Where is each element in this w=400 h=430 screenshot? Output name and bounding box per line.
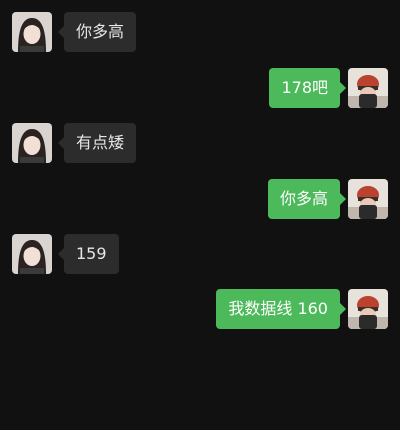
contact-avatar[interactable] (12, 234, 52, 274)
message-row-outgoing: 你多高 (0, 179, 400, 219)
self-avatar-image (348, 179, 388, 219)
contact-avatar-image (12, 12, 52, 52)
message-row-outgoing: 我数据线 160 (0, 289, 400, 329)
message-bubble-outgoing[interactable]: 你多高 (267, 179, 347, 219)
contact-avatar[interactable] (12, 12, 52, 52)
contact-avatar-image (12, 123, 52, 163)
message-bubble-outgoing[interactable]: 178吧 (269, 68, 346, 108)
message-row-outgoing: 178吧 (0, 68, 400, 108)
self-avatar[interactable] (348, 179, 388, 219)
contact-avatar-image (12, 234, 52, 274)
chat-message-list: 你多高 178吧 有点矮 你多高 159 我数据线 160 (0, 0, 400, 430)
message-bubble-incoming[interactable]: 有点矮 (57, 123, 137, 163)
self-avatar[interactable] (348, 68, 388, 108)
message-bubble-incoming[interactable]: 你多高 (57, 12, 137, 52)
message-bubble-outgoing[interactable]: 我数据线 160 (216, 289, 346, 329)
self-avatar-image (348, 68, 388, 108)
message-bubble-incoming[interactable]: 159 (58, 234, 119, 274)
message-row-incoming: 有点矮 (0, 123, 400, 163)
self-avatar-image (348, 289, 388, 329)
contact-avatar[interactable] (12, 123, 52, 163)
message-row-incoming: 你多高 (0, 12, 400, 52)
self-avatar[interactable] (348, 289, 388, 329)
message-row-incoming: 159 (0, 234, 400, 274)
